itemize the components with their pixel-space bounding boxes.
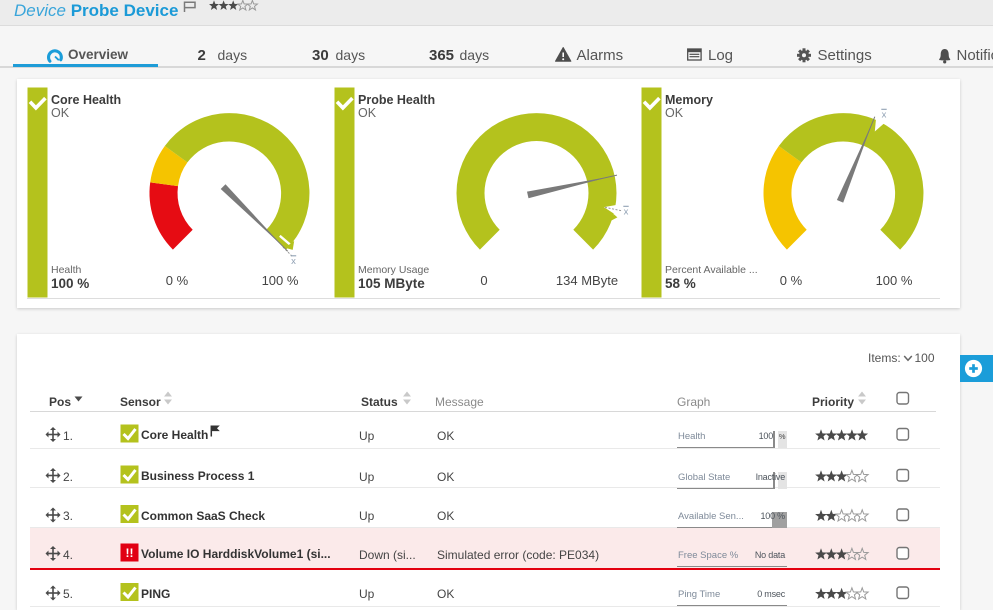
svg-text:x: x — [291, 256, 296, 267]
svg-text:x: x — [881, 110, 886, 121]
svg-text:x: x — [623, 207, 628, 218]
svg-text:!!: !! — [125, 546, 133, 560]
